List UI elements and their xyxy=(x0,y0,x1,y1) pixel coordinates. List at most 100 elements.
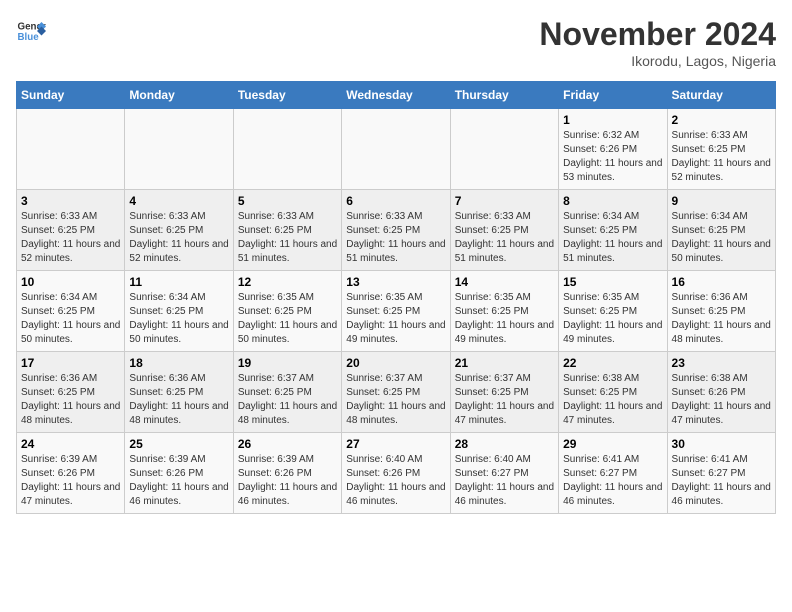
calendar-cell: 16Sunrise: 6:36 AM Sunset: 6:25 PM Dayli… xyxy=(667,271,775,352)
day-number: 24 xyxy=(21,437,120,451)
calendar-cell: 20 Sunrise: 6:37 AM Sunset: 6:25 PM Dayli… xyxy=(342,352,450,433)
day-number: 8 xyxy=(563,194,662,208)
day-info: Sunrise: 6:33 AM Sunset: 6:25 PM Dayligh… xyxy=(238,210,337,266)
calendar-cell: 24Sunrise: 6:39 AM Sunset: 6:26 PM Dayli… xyxy=(17,433,125,514)
calendar-cell: 9 Sunrise: 6:34 AM Sunset: 6:25 PM Daylig… xyxy=(667,190,775,271)
calendar-cell: 1Sunrise: 6:32 AM Sunset: 6:26 PM Daylig… xyxy=(559,109,667,190)
day-info: Sunrise: 6:33 AM Sunset: 6:25 PM Dayligh… xyxy=(672,129,771,185)
calendar-cell: 5 Sunrise: 6:33 AM Sunset: 6:25 PM Daylig… xyxy=(233,190,341,271)
weekday-header-cell: Friday xyxy=(559,82,667,109)
calendar-cell: 2 Sunrise: 6:33 AM Sunset: 6:25 PM Daylig… xyxy=(667,109,775,190)
day-number: 5 xyxy=(238,194,337,208)
day-info: Sunrise: 6:35 AM Sunset: 6:25 PM Dayligh… xyxy=(238,291,337,347)
day-info: Sunrise: 6:35 AM Sunset: 6:25 PM Dayligh… xyxy=(346,291,445,347)
calendar-week-row: 10 Sunrise: 6:34 AM Sunset: 6:25 PM Dayli… xyxy=(17,271,776,352)
calendar-cell: 19Sunrise: 6:37 AM Sunset: 6:25 PM Dayli… xyxy=(233,352,341,433)
day-info: Sunrise: 6:39 AM Sunset: 6:26 PM Dayligh… xyxy=(129,453,228,509)
calendar-cell: 10 Sunrise: 6:34 AM Sunset: 6:25 PM Dayli… xyxy=(17,271,125,352)
day-info: Sunrise: 6:38 AM Sunset: 6:25 PM Dayligh… xyxy=(563,372,662,428)
calendar-cell: 11 Sunrise: 6:34 AM Sunset: 6:25 PM Dayli… xyxy=(125,271,233,352)
day-number: 20 xyxy=(346,356,445,370)
day-info: Sunrise: 6:35 AM Sunset: 6:25 PM Dayligh… xyxy=(563,291,662,347)
page-header: General Blue November 2024 Ikorodu, Lago… xyxy=(16,16,776,69)
day-number: 13 xyxy=(346,275,445,289)
calendar-cell: 28 Sunrise: 6:40 AM Sunset: 6:27 PM Dayli… xyxy=(450,433,558,514)
calendar-cell: 14Sunrise: 6:35 AM Sunset: 6:25 PM Dayli… xyxy=(450,271,558,352)
day-number: 1 xyxy=(563,113,662,127)
weekday-header-row: SundayMondayTuesdayWednesdayThursdayFrid… xyxy=(17,82,776,109)
day-info: Sunrise: 6:34 AM Sunset: 6:25 PM Dayligh… xyxy=(129,291,228,347)
day-info: Sunrise: 6:34 AM Sunset: 6:25 PM Dayligh… xyxy=(672,210,771,266)
day-number: 25 xyxy=(129,437,228,451)
calendar-cell: 25 Sunrise: 6:39 AM Sunset: 6:26 PM Dayli… xyxy=(125,433,233,514)
day-info: Sunrise: 6:41 AM Sunset: 6:27 PM Dayligh… xyxy=(672,453,771,509)
day-number: 14 xyxy=(455,275,554,289)
calendar-cell: 22 Sunrise: 6:38 AM Sunset: 6:25 PM Dayli… xyxy=(559,352,667,433)
calendar-cell: 13 Sunrise: 6:35 AM Sunset: 6:25 PM Dayli… xyxy=(342,271,450,352)
calendar-cell: 6 Sunrise: 6:33 AM Sunset: 6:25 PM Daylig… xyxy=(342,190,450,271)
weekday-header-cell: Tuesday xyxy=(233,82,341,109)
title-block: November 2024 Ikorodu, Lagos, Nigeria xyxy=(539,16,776,69)
day-info: Sunrise: 6:34 AM Sunset: 6:25 PM Dayligh… xyxy=(563,210,662,266)
weekday-header-cell: Wednesday xyxy=(342,82,450,109)
calendar-cell: 15 Sunrise: 6:35 AM Sunset: 6:25 PM Dayli… xyxy=(559,271,667,352)
calendar-cell: 30Sunrise: 6:41 AM Sunset: 6:27 PM Dayli… xyxy=(667,433,775,514)
calendar-cell: 18Sunrise: 6:36 AM Sunset: 6:25 PM Dayli… xyxy=(125,352,233,433)
day-number: 4 xyxy=(129,194,228,208)
day-info: Sunrise: 6:33 AM Sunset: 6:25 PM Dayligh… xyxy=(346,210,445,266)
calendar-cell xyxy=(17,109,125,190)
calendar-cell xyxy=(233,109,341,190)
day-info: Sunrise: 6:33 AM Sunset: 6:25 PM Dayligh… xyxy=(21,210,120,266)
calendar-cell xyxy=(342,109,450,190)
day-info: Sunrise: 6:40 AM Sunset: 6:27 PM Dayligh… xyxy=(455,453,554,509)
calendar-cell: 29 Sunrise: 6:41 AM Sunset: 6:27 PM Dayli… xyxy=(559,433,667,514)
logo: General Blue xyxy=(16,16,46,46)
calendar-week-row: 24 Sunrise: 6:39 AM Sunset: 6:26 PM Dayli… xyxy=(17,433,776,514)
calendar-body: 1Sunrise: 6:32 AM Sunset: 6:26 PM Daylig… xyxy=(17,109,776,514)
day-info: Sunrise: 6:34 AM Sunset: 6:25 PM Dayligh… xyxy=(21,291,120,347)
day-info: Sunrise: 6:41 AM Sunset: 6:27 PM Dayligh… xyxy=(563,453,662,509)
day-number: 10 xyxy=(21,275,120,289)
day-number: 29 xyxy=(563,437,662,451)
day-number: 22 xyxy=(563,356,662,370)
calendar-cell xyxy=(125,109,233,190)
calendar-cell: 4 Sunrise: 6:33 AM Sunset: 6:25 PM Daylig… xyxy=(125,190,233,271)
calendar-week-row: 17 Sunrise: 6:36 AM Sunset: 6:25 PM Dayli… xyxy=(17,352,776,433)
day-info: Sunrise: 6:36 AM Sunset: 6:25 PM Dayligh… xyxy=(21,372,120,428)
weekday-header-cell: Sunday xyxy=(17,82,125,109)
day-number: 2 xyxy=(672,113,771,127)
day-info: Sunrise: 6:39 AM Sunset: 6:26 PM Dayligh… xyxy=(238,453,337,509)
calendar-cell: 3 Sunrise: 6:33 AM Sunset: 6:25 PM Daylig… xyxy=(17,190,125,271)
day-number: 11 xyxy=(129,275,228,289)
calendar-week-row: 3 Sunrise: 6:33 AM Sunset: 6:25 PM Daylig… xyxy=(17,190,776,271)
day-info: Sunrise: 6:33 AM Sunset: 6:25 PM Dayligh… xyxy=(129,210,228,266)
month-title: November 2024 xyxy=(539,16,776,53)
day-number: 9 xyxy=(672,194,771,208)
weekday-header-cell: Thursday xyxy=(450,82,558,109)
day-info: Sunrise: 6:37 AM Sunset: 6:25 PM Dayligh… xyxy=(346,372,445,428)
calendar-cell: 27 Sunrise: 6:40 AM Sunset: 6:26 PM Dayli… xyxy=(342,433,450,514)
day-number: 6 xyxy=(346,194,445,208)
day-info: Sunrise: 6:40 AM Sunset: 6:26 PM Dayligh… xyxy=(346,453,445,509)
logo-icon: General Blue xyxy=(16,16,46,46)
calendar-cell: 26Sunrise: 6:39 AM Sunset: 6:26 PM Dayli… xyxy=(233,433,341,514)
calendar-cell: 21Sunrise: 6:37 AM Sunset: 6:25 PM Dayli… xyxy=(450,352,558,433)
calendar-cell xyxy=(450,109,558,190)
day-number: 16 xyxy=(672,275,771,289)
calendar-cell: 8 Sunrise: 6:34 AM Sunset: 6:25 PM Daylig… xyxy=(559,190,667,271)
day-number: 17 xyxy=(21,356,120,370)
svg-text:Blue: Blue xyxy=(18,32,40,43)
calendar-cell: 23Sunrise: 6:38 AM Sunset: 6:26 PM Dayli… xyxy=(667,352,775,433)
day-number: 15 xyxy=(563,275,662,289)
weekday-header-cell: Monday xyxy=(125,82,233,109)
day-number: 23 xyxy=(672,356,771,370)
day-number: 19 xyxy=(238,356,337,370)
location: Ikorodu, Lagos, Nigeria xyxy=(539,53,776,69)
day-number: 3 xyxy=(21,194,120,208)
day-number: 12 xyxy=(238,275,337,289)
calendar-cell: 17 Sunrise: 6:36 AM Sunset: 6:25 PM Dayli… xyxy=(17,352,125,433)
day-number: 27 xyxy=(346,437,445,451)
calendar-week-row: 1Sunrise: 6:32 AM Sunset: 6:26 PM Daylig… xyxy=(17,109,776,190)
day-number: 21 xyxy=(455,356,554,370)
day-number: 28 xyxy=(455,437,554,451)
